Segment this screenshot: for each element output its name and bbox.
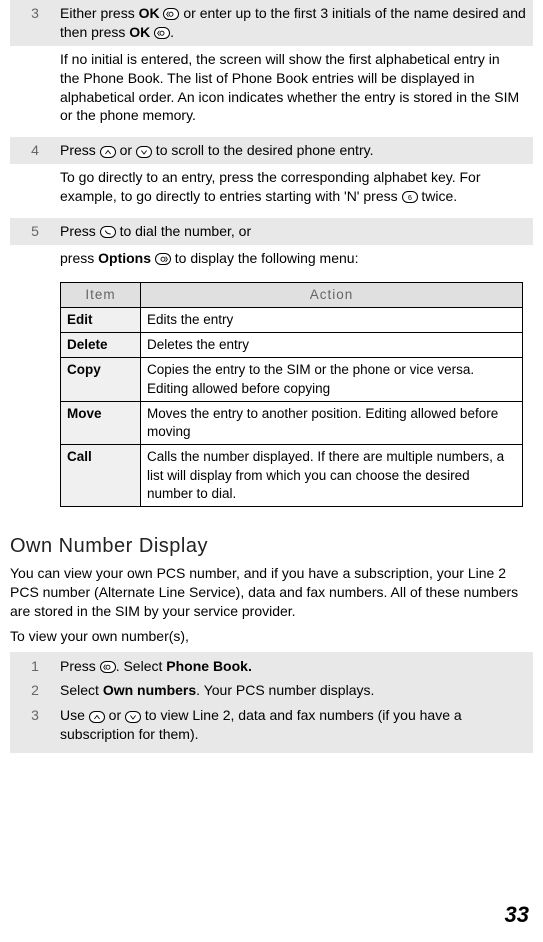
text: Select — [60, 682, 103, 698]
own-step-2: 2 Select Own numbers. Your PCS number di… — [10, 678, 533, 703]
step-number: 5 — [10, 218, 60, 245]
step-number: 3 — [10, 0, 60, 27]
own-numbers-label: Own numbers — [103, 682, 196, 698]
text: . — [170, 24, 174, 40]
step-4-instruction: Press or to scroll to the desired phone … — [60, 137, 533, 164]
text: Either press — [60, 5, 139, 21]
action-cell: Calls the number displayed. If there are… — [141, 445, 523, 507]
own-number-steps: 1 Press . Select Phone Book. 2 Select Ow… — [10, 652, 533, 754]
text: or — [116, 142, 136, 158]
table-header-action: Action — [141, 282, 523, 307]
options-label: Options — [98, 250, 151, 266]
phone-book-label: Phone Book. — [166, 658, 252, 674]
ok-label: OK — [139, 5, 160, 21]
step-4-header: 4 Press or to scroll to the desired phon… — [10, 137, 533, 164]
own-number-body: You can view your own PCS number, and if… — [10, 564, 533, 621]
down-nav-icon — [125, 711, 141, 723]
page-number: 33 — [505, 900, 529, 930]
ok-nav-icon — [154, 27, 170, 39]
call-key-icon — [100, 226, 116, 238]
text: . Your PCS number displays. — [196, 682, 374, 698]
item-cell: Delete — [61, 333, 141, 358]
step-3-header: 3 Either press OK or enter up to the fir… — [10, 0, 533, 46]
table-row: EditEdits the entry — [61, 308, 523, 333]
step-number: 2 — [10, 678, 60, 703]
text: Use — [60, 707, 89, 723]
item-cell: Call — [61, 445, 141, 507]
item-cell: Edit — [61, 308, 141, 333]
action-cell: Copies the entry to the SIM or the phone… — [141, 358, 523, 401]
text: Press — [60, 658, 100, 674]
step-4-body: To go directly to an entry, press the co… — [60, 164, 533, 214]
item-cell: Copy — [61, 358, 141, 401]
ok-nav-icon — [100, 661, 116, 673]
own-number-prompt: To view your own number(s), — [10, 627, 533, 646]
step-5-header: 5 Press to dial the number, or — [10, 218, 533, 245]
text: to dial the number, or — [116, 223, 251, 239]
step-3-instruction: Either press OK or enter up to the first… — [60, 0, 533, 46]
table-row: CopyCopies the entry to the SIM or the p… — [61, 358, 523, 401]
action-cell: Edits the entry — [141, 308, 523, 333]
step-5-instruction: Press to dial the number, or — [60, 218, 533, 245]
table-row: DeleteDeletes the entry — [61, 333, 523, 358]
table-row: MoveMoves the entry to another position.… — [61, 401, 523, 444]
text: twice. — [418, 188, 458, 204]
text: press — [60, 250, 98, 266]
options-menu-table: Item Action EditEdits the entry DeleteDe… — [60, 282, 523, 507]
text: to display the following menu: — [175, 250, 359, 266]
action-cell: Moves the entry to another position. Edi… — [141, 401, 523, 444]
right-nav-icon — [155, 253, 171, 265]
text: to scroll to the desired phone entry. — [152, 142, 374, 158]
text: or — [105, 707, 125, 723]
section-heading-own-number: Own Number Display — [10, 533, 533, 560]
text: Press — [60, 223, 100, 239]
item-cell: Move — [61, 401, 141, 444]
key-6-icon: 6 — [402, 191, 418, 203]
ok-label: OK — [129, 24, 150, 40]
own-step-1: 1 Press . Select Phone Book. — [10, 654, 533, 679]
step-5-options-line: press Options to display the following m… — [60, 245, 533, 276]
table-header-item: Item — [61, 282, 141, 307]
step-3-body: If no initial is entered, the screen wil… — [60, 46, 533, 134]
text: Press — [60, 142, 100, 158]
up-nav-icon — [100, 146, 116, 158]
text: . Select — [116, 658, 167, 674]
table-row: CallCalls the number displayed. If there… — [61, 445, 523, 507]
down-nav-icon — [136, 146, 152, 158]
step-number: 1 — [10, 654, 60, 679]
action-cell: Deletes the entry — [141, 333, 523, 358]
step-number: 3 — [10, 703, 60, 728]
own-step-3: 3 Use or to view Line 2, data and fax nu… — [10, 703, 533, 747]
ok-nav-icon — [163, 8, 179, 20]
up-nav-icon — [89, 711, 105, 723]
step-number: 4 — [10, 137, 60, 164]
svg-text:6: 6 — [408, 195, 412, 202]
